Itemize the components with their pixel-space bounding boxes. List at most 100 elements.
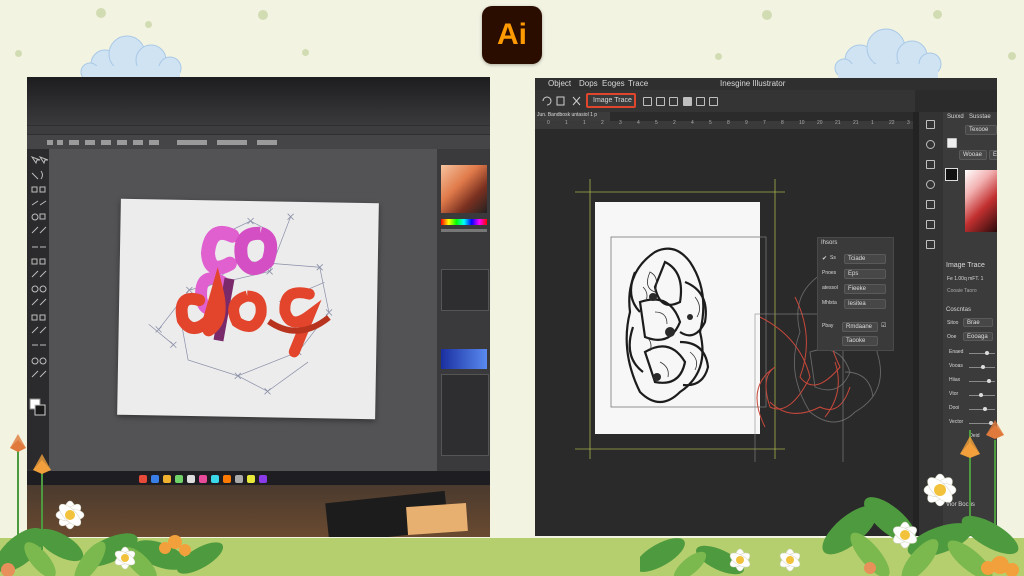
panel-field[interactable]: Ecoe — [989, 150, 997, 160]
flowers-left — [0, 434, 224, 576]
decor-dot — [762, 10, 772, 20]
menu-object[interactable]: Object — [548, 79, 571, 88]
panel-icon[interactable] — [926, 140, 935, 149]
app-menubar: File Edit Object Type Select Effect View… — [27, 126, 490, 142]
row-select[interactable]: Brae — [963, 318, 993, 327]
panel-icon[interactable] — [926, 220, 935, 229]
ruler-label: 5 — [655, 120, 658, 126]
popup-select[interactable]: Iesitea — [844, 299, 886, 309]
ruler-label: 20 — [817, 120, 823, 126]
ruler-horizontal: 0 1 1 2 3 4 5 2 4 5 8 9 7 8 10 20 21 21 1 22 3 — [535, 120, 913, 136]
slider-knob[interactable] — [983, 407, 987, 411]
ruler-label: 2 — [673, 120, 676, 126]
menu-trace[interactable]: Trace — [628, 79, 648, 88]
popup-row-label: atessol — [822, 285, 838, 291]
popup-row: Mhlsta Iesitea — [818, 297, 893, 311]
check-icon[interactable]: ☑ — [881, 322, 886, 329]
decor-dot — [145, 21, 152, 28]
ruler-label: 3 — [907, 120, 910, 126]
panel-icon[interactable] — [926, 240, 935, 249]
slider-label: Hiiax — [949, 377, 961, 383]
color-field[interactable] — [965, 170, 997, 232]
ruler-label: 10 — [799, 120, 805, 126]
panels-dock — [437, 149, 490, 471]
panel-icon[interactable] — [926, 160, 935, 169]
panel-icon[interactable] — [926, 180, 935, 189]
cloud-right — [834, 28, 942, 78]
panel-icon[interactable] — [926, 200, 935, 209]
row-label: Sitoo — [947, 320, 959, 326]
tools-panel — [27, 149, 49, 469]
decor-dot — [96, 8, 106, 18]
slider-knob[interactable] — [981, 365, 985, 369]
artboard[interactable]: coda — [117, 198, 379, 420]
ruler-label: 2 — [601, 120, 604, 126]
ruler-label: 1 — [871, 120, 874, 126]
slider-track[interactable] — [969, 409, 995, 410]
popup-select[interactable]: Rmdaane — [842, 322, 878, 332]
trace-sub: Cooaie Taoro — [947, 288, 977, 294]
panel-tab[interactable]: Suxxd — [947, 114, 964, 120]
popup-button[interactable]: Taooke — [842, 336, 878, 346]
slider-knob[interactable] — [987, 379, 991, 383]
slider-label: Vooas — [949, 363, 963, 369]
slider-label: Vtor — [949, 391, 959, 397]
ruler-label: 8 — [781, 120, 784, 126]
ruler-label: 3 — [619, 120, 622, 126]
slider-label: Dooi — [949, 405, 960, 411]
properties-panel[interactable] — [441, 374, 489, 456]
document-tab-label: Jun. Bandbosk untasiol 1 p — [537, 112, 598, 118]
slider-track[interactable] — [969, 381, 995, 382]
control-bar — [27, 135, 490, 149]
trace-options-popup: Ihsors ✔ Ss Tciade Pnoes Eps atessol Fie… — [817, 237, 894, 351]
ruler-label: 22 — [889, 120, 895, 126]
control-icons-left — [542, 96, 581, 106]
check-icon: ✔ — [822, 256, 828, 262]
gradient-swatch[interactable] — [441, 349, 487, 369]
ruler-label: 1 — [565, 120, 568, 126]
popup-row: ✔ Ss Tciade — [818, 252, 893, 266]
layers-panel[interactable] — [441, 269, 489, 311]
align-icon[interactable] — [696, 97, 705, 106]
ruler-label: 9 — [745, 120, 748, 126]
hue-slider[interactable] — [441, 219, 487, 225]
align-icon[interactable] — [656, 97, 665, 106]
flowers-right — [640, 420, 1019, 576]
image-trace-label: Image Trace — [593, 97, 632, 104]
sub-section: Coscntas — [946, 307, 972, 313]
align-icon[interactable] — [669, 97, 678, 106]
decor-dot — [258, 10, 268, 20]
slider-knob[interactable] — [979, 393, 983, 397]
panel-field[interactable]: Texooe — [965, 125, 997, 135]
popup-select[interactable]: Tciade — [844, 254, 886, 264]
panel-icon[interactable] — [926, 120, 935, 129]
slider-track[interactable] — [969, 353, 995, 354]
popup-row-label: Pnoes — [822, 270, 837, 276]
menu-dops[interactable]: Dops — [579, 79, 598, 88]
trace-preset[interactable]: Fe 1.00q mFT. 1 — [947, 276, 983, 282]
illustrator-logo: Ai — [482, 6, 542, 64]
app-title: Inesgine Illustrator — [720, 79, 786, 88]
align-icon[interactable] — [709, 97, 718, 106]
section-image-trace: Image Trace — [946, 262, 985, 269]
color-picker[interactable] — [441, 165, 487, 213]
decor-dot — [15, 50, 22, 57]
slider-knob[interactable] — [985, 351, 989, 355]
popup-row-label: Pbay — [822, 323, 834, 329]
panel-field[interactable]: Wooae — [959, 150, 987, 160]
row-select[interactable]: Eooaga — [963, 332, 993, 341]
artwork-text: coda — [121, 199, 124, 200]
popup-row: atessol Fieeke — [818, 282, 893, 296]
stroke-swatch[interactable] — [945, 168, 958, 181]
menu-eoges[interactable]: Eoges — [602, 79, 625, 88]
control-bar: Image Trace — [535, 90, 915, 112]
align-icon[interactable] — [683, 97, 692, 106]
fill-swatch[interactable] — [947, 138, 957, 148]
panel-tab[interactable]: Susstae — [969, 114, 991, 120]
popup-select[interactable]: Eps — [844, 269, 886, 279]
decor-dot — [1008, 52, 1016, 60]
align-icon[interactable] — [643, 97, 652, 106]
popup-select[interactable]: Fieeke — [844, 284, 886, 294]
image-trace-button[interactable]: Image Trace — [586, 93, 636, 108]
popup-row-label: Ss — [830, 255, 836, 261]
